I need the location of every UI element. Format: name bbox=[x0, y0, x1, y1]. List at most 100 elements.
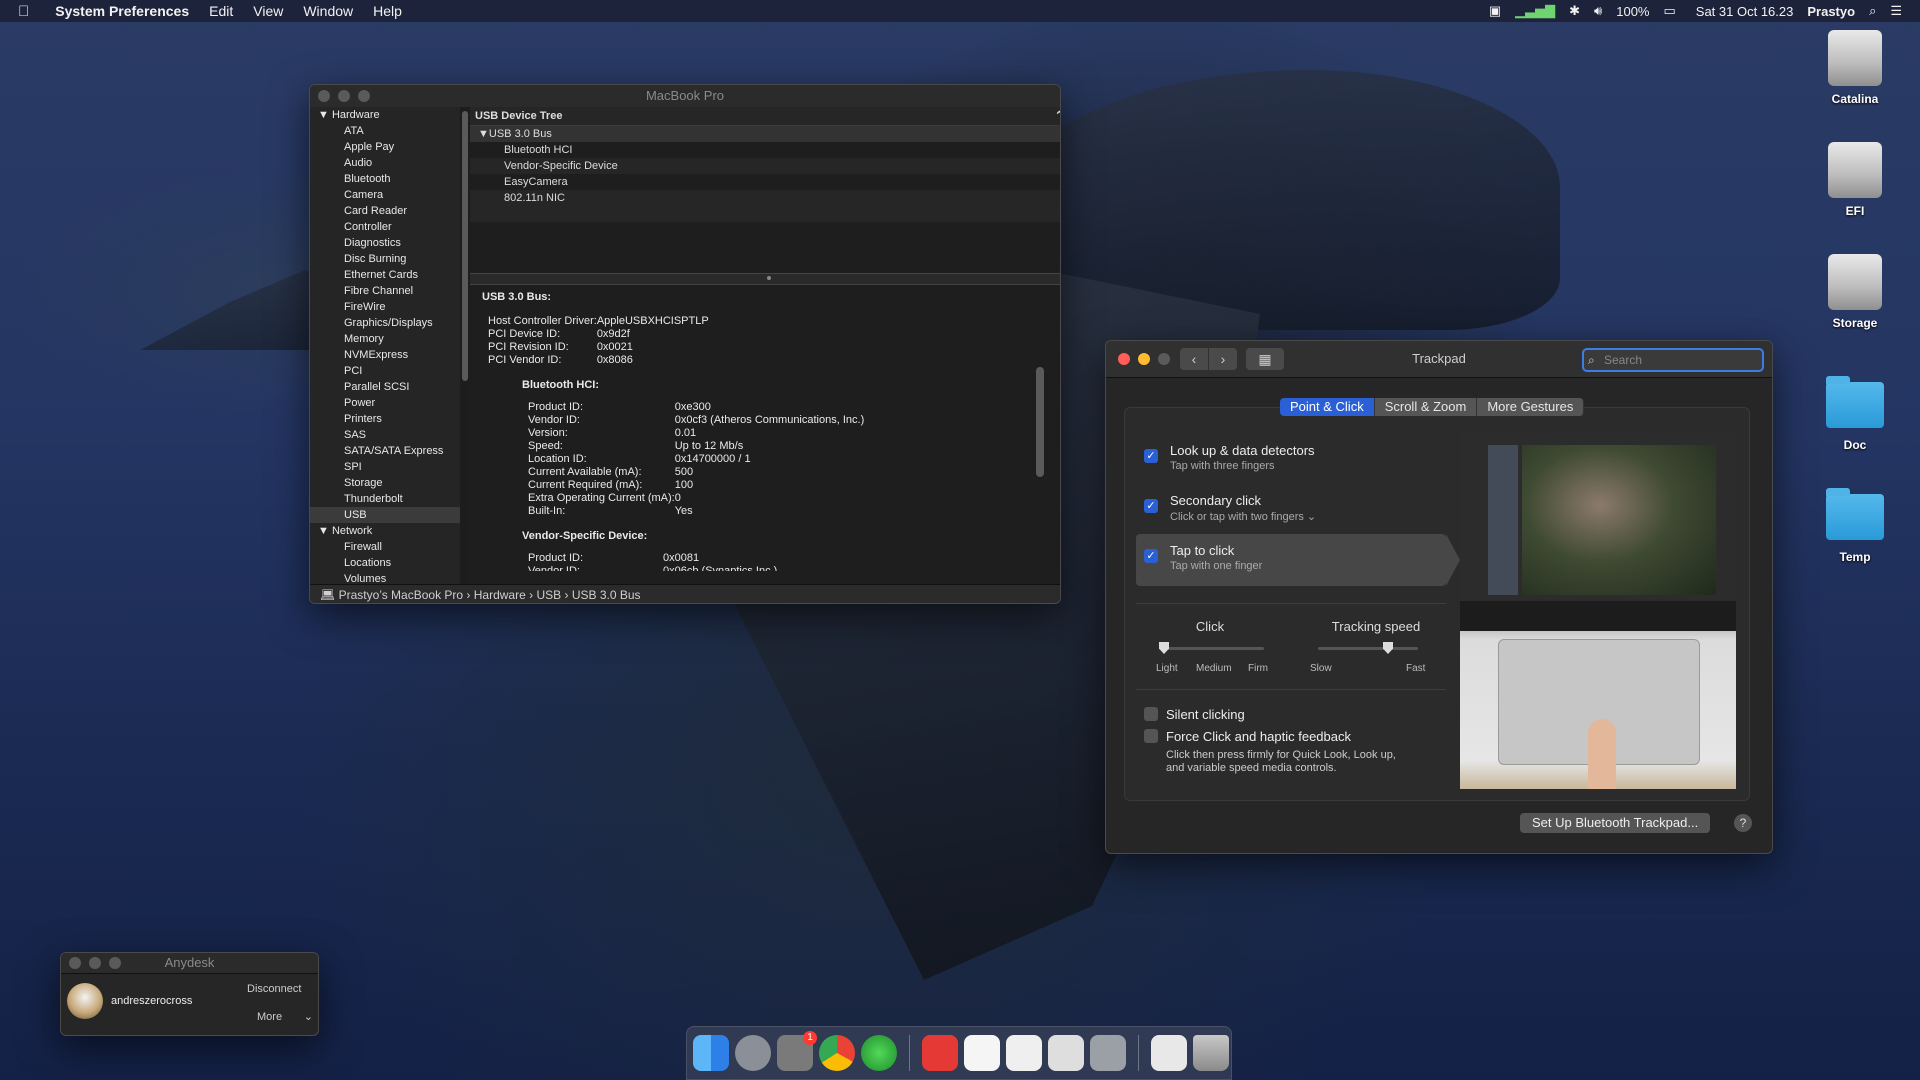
zoom-button[interactable] bbox=[109, 957, 121, 969]
path-item[interactable]: Prastyo’s MacBook Pro bbox=[339, 588, 464, 602]
anydesk-alt-icon[interactable] bbox=[964, 1035, 1000, 1071]
window-titlebar[interactable]: MacBook Pro bbox=[310, 85, 1060, 108]
desktop-folder-temp[interactable]: Temp bbox=[1800, 484, 1910, 564]
sidebar-item[interactable]: Storage bbox=[310, 475, 460, 491]
volume-icon[interactable]: 🔊︎ bbox=[1594, 3, 1602, 19]
chrome-icon[interactable] bbox=[819, 1035, 855, 1071]
sidebar-item[interactable]: Ethernet Cards bbox=[310, 267, 460, 283]
sidebar-group-hardware[interactable]: ▼ Hardware bbox=[310, 107, 460, 123]
sidebar-item[interactable]: SATA/SATA Express bbox=[310, 443, 460, 459]
tree-row-device[interactable]: EasyCamera bbox=[470, 174, 1060, 190]
clock[interactable]: Sat 31 Oct 16.23 bbox=[1696, 4, 1794, 19]
search-input[interactable]: ⌕ Search bbox=[1582, 348, 1764, 372]
click-slider-track[interactable] bbox=[1164, 647, 1264, 650]
sidebar-group-network[interactable]: ▼ Network bbox=[310, 523, 460, 539]
sidebar-item[interactable]: Parallel SCSI bbox=[310, 379, 460, 395]
help-button[interactable]: ? bbox=[1734, 814, 1752, 832]
launchpad-icon[interactable] bbox=[735, 1035, 771, 1071]
spotlight-search-icon[interactable]: ⌕ bbox=[1869, 3, 1876, 19]
sidebar-scrollbar[interactable] bbox=[460, 107, 470, 584]
secondary-click-checkbox[interactable]: ✓ bbox=[1144, 499, 1158, 513]
details-scrollbar[interactable] bbox=[1036, 367, 1044, 477]
tree-row-device[interactable]: Bluetooth HCI bbox=[470, 142, 1060, 158]
window-toolbar[interactable]: ‹ › ▦ Trackpad ⌕ Search bbox=[1106, 341, 1772, 378]
scrollbar-thumb[interactable] bbox=[462, 111, 468, 381]
sidebar-item[interactable]: Controller bbox=[310, 219, 460, 235]
tap-to-click-checkbox[interactable]: ✓ bbox=[1144, 549, 1158, 563]
minimize-button[interactable] bbox=[89, 957, 101, 969]
sidebar-item[interactable]: Audio bbox=[310, 155, 460, 171]
network-globe-icon[interactable] bbox=[861, 1035, 897, 1071]
sidebar-item[interactable]: PCI bbox=[310, 363, 460, 379]
setup-bluetooth-trackpad-button[interactable]: Set Up Bluetooth Trackpad... bbox=[1520, 813, 1711, 833]
option-secondary-click[interactable]: ✓ Secondary click Click or tap with two … bbox=[1134, 487, 1434, 535]
sidebar-item[interactable]: Volumes bbox=[310, 571, 460, 584]
trash-icon[interactable] bbox=[1193, 1035, 1229, 1071]
option-tap-to-click[interactable]: ✓ Tap to click Tap with one finger bbox=[1134, 537, 1434, 585]
sidebar-item[interactable]: Camera bbox=[310, 187, 460, 203]
tree-header[interactable]: USB Device Tree⌃ bbox=[470, 107, 1060, 126]
silent-clicking-checkbox[interactable] bbox=[1144, 707, 1158, 721]
tab-more-gestures[interactable]: More Gestures bbox=[1477, 398, 1585, 416]
signal-icon[interactable]: ▁▃▅▇ bbox=[1515, 3, 1555, 19]
tree-row-bus[interactable]: ▼USB 3.0 Bus bbox=[470, 126, 1060, 142]
desktop-drive-catalina[interactable]: Catalina bbox=[1800, 30, 1910, 106]
anydesk-icon[interactable] bbox=[922, 1035, 958, 1071]
tab-scroll-zoom[interactable]: Scroll & Zoom bbox=[1374, 398, 1478, 416]
tracking-speed-track[interactable] bbox=[1318, 647, 1418, 650]
sidebar-item[interactable]: Apple Pay bbox=[310, 139, 460, 155]
notification-center-icon[interactable]: ☰ bbox=[1890, 3, 1902, 19]
activity-monitor-icon[interactable]: ▣ bbox=[1489, 3, 1501, 19]
menu-view[interactable]: View bbox=[253, 3, 283, 19]
sidebar-item[interactable]: Fibre Channel bbox=[310, 283, 460, 299]
zoom-button[interactable] bbox=[358, 90, 370, 102]
sidebar-item[interactable]: Card Reader bbox=[310, 203, 460, 219]
force-click-checkbox[interactable] bbox=[1144, 729, 1158, 743]
sidebar-item[interactable]: ATA bbox=[310, 123, 460, 139]
sidebar-item[interactable]: NVMExpress bbox=[310, 347, 460, 363]
system-preferences-icon[interactable]: 1 bbox=[777, 1031, 817, 1071]
minimize-button[interactable] bbox=[338, 90, 350, 102]
desktop-folder-doc[interactable]: Doc bbox=[1800, 372, 1910, 452]
menu-edit[interactable]: Edit bbox=[209, 3, 233, 19]
sidebar-item[interactable]: Graphics/Displays bbox=[310, 315, 460, 331]
more-button[interactable]: More ⌄ bbox=[247, 1005, 317, 1029]
utility-icon[interactable] bbox=[1090, 1035, 1126, 1071]
documents-stack-icon[interactable] bbox=[1151, 1035, 1187, 1071]
battery-icon[interactable]: ▭ bbox=[1663, 3, 1675, 19]
sidebar-item[interactable]: Locations bbox=[310, 555, 460, 571]
sidebar-item[interactable]: Disc Burning bbox=[310, 251, 460, 267]
tree-row-device[interactable]: 802.11n NIC bbox=[470, 190, 1060, 206]
sidebar-item[interactable]: Firewall bbox=[310, 539, 460, 555]
sidebar-item[interactable]: Power bbox=[310, 395, 460, 411]
sidebar-item[interactable]: SPI bbox=[310, 459, 460, 475]
sidebar-item[interactable]: SAS bbox=[310, 427, 460, 443]
script-editor-icon[interactable] bbox=[1048, 1035, 1084, 1071]
bluetooth-icon[interactable]: ✱ bbox=[1569, 3, 1580, 19]
sidebar-item[interactable]: Diagnostics bbox=[310, 235, 460, 251]
path-item[interactable]: USB bbox=[536, 588, 561, 602]
disconnect-button[interactable]: Disconnect bbox=[247, 977, 317, 1001]
secondary-click-dropdown[interactable]: Click or tap with two fingers ⌄ bbox=[1170, 510, 1316, 523]
menu-app-name[interactable]: System Preferences bbox=[55, 3, 189, 19]
apple-icon[interactable]:  bbox=[18, 3, 29, 20]
desktop-drive-efi[interactable]: EFI bbox=[1800, 142, 1910, 218]
menu-window[interactable]: Window bbox=[303, 3, 353, 19]
menu-help[interactable]: Help bbox=[373, 3, 402, 19]
sidebar-item[interactable]: Printers bbox=[310, 411, 460, 427]
window-titlebar[interactable]: Anydesk bbox=[61, 953, 318, 974]
sidebar-item[interactable]: Bluetooth bbox=[310, 171, 460, 187]
user-name[interactable]: Prastyo bbox=[1807, 4, 1855, 19]
text-edit-icon[interactable] bbox=[1006, 1035, 1042, 1071]
path-item[interactable]: Hardware bbox=[474, 588, 526, 602]
desktop-drive-storage[interactable]: Storage bbox=[1800, 254, 1910, 330]
sidebar-item[interactable]: Thunderbolt bbox=[310, 491, 460, 507]
close-button[interactable] bbox=[69, 957, 81, 969]
battery-percent[interactable]: 100% bbox=[1616, 4, 1649, 19]
sidebar-item[interactable]: USB bbox=[310, 507, 460, 523]
close-button[interactable] bbox=[318, 90, 330, 102]
tree-row-device[interactable]: Vendor-Specific Device bbox=[470, 158, 1060, 174]
finder-icon[interactable] bbox=[693, 1035, 729, 1071]
look-up-checkbox[interactable]: ✓ bbox=[1144, 449, 1158, 463]
sidebar-item[interactable]: FireWire bbox=[310, 299, 460, 315]
